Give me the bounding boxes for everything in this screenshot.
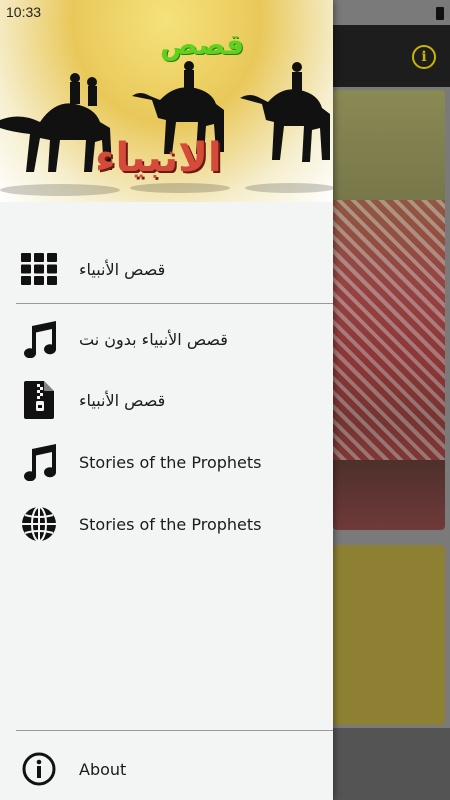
grid-icon: [20, 250, 58, 288]
info-icon[interactable]: i: [412, 45, 436, 69]
menu-item-stories-offline[interactable]: قصص الأنبياء بدون نت: [0, 309, 333, 369]
menu-item-label: قصص الأنبياء: [79, 259, 166, 279]
sheikh-image-card[interactable]: [333, 90, 445, 530]
drawer-header-banner: قصص الانبياء: [0, 0, 333, 202]
menu-item-label: Stories of the Prophets: [79, 514, 262, 534]
about-divider: [16, 730, 333, 731]
bottom-strip: [333, 728, 450, 800]
banner-title-main: الانبياء: [95, 135, 222, 181]
zip-file-icon: [20, 381, 58, 419]
status-bar: 10:33: [0, 0, 450, 25]
status-time: 10:33: [6, 4, 42, 20]
menu-item-about[interactable]: About: [0, 738, 333, 800]
menu-item-label: About: [79, 759, 127, 779]
menu-item-label: قصص الأنبياء: [79, 390, 166, 410]
music-note-icon: [20, 320, 58, 358]
menu-item-stories-zip[interactable]: قصص الأنبياء: [0, 370, 333, 430]
menu-item-stories-grid[interactable]: قصص الأنبياء: [0, 239, 333, 299]
navigation-drawer: قصص الانبياء قصص الأنبياء قصص الأنبياء ب…: [0, 0, 333, 800]
globe-icon: [20, 505, 58, 543]
battery-icon: [436, 7, 444, 20]
music-note-icon: [20, 443, 58, 481]
banner-title-top: قصص: [160, 28, 245, 61]
menu-item-label: Stories of the Prophets: [79, 452, 262, 472]
menu-item-label: قصص الأنبياء بدون نت: [79, 329, 228, 349]
menu-divider: [16, 303, 333, 304]
menu-item-stories-english-audio[interactable]: Stories of the Prophets: [0, 432, 333, 492]
menu-item-stories-web[interactable]: Stories of the Prophets: [0, 494, 333, 554]
second-image-card[interactable]: [333, 545, 445, 725]
info-icon: [20, 750, 58, 788]
